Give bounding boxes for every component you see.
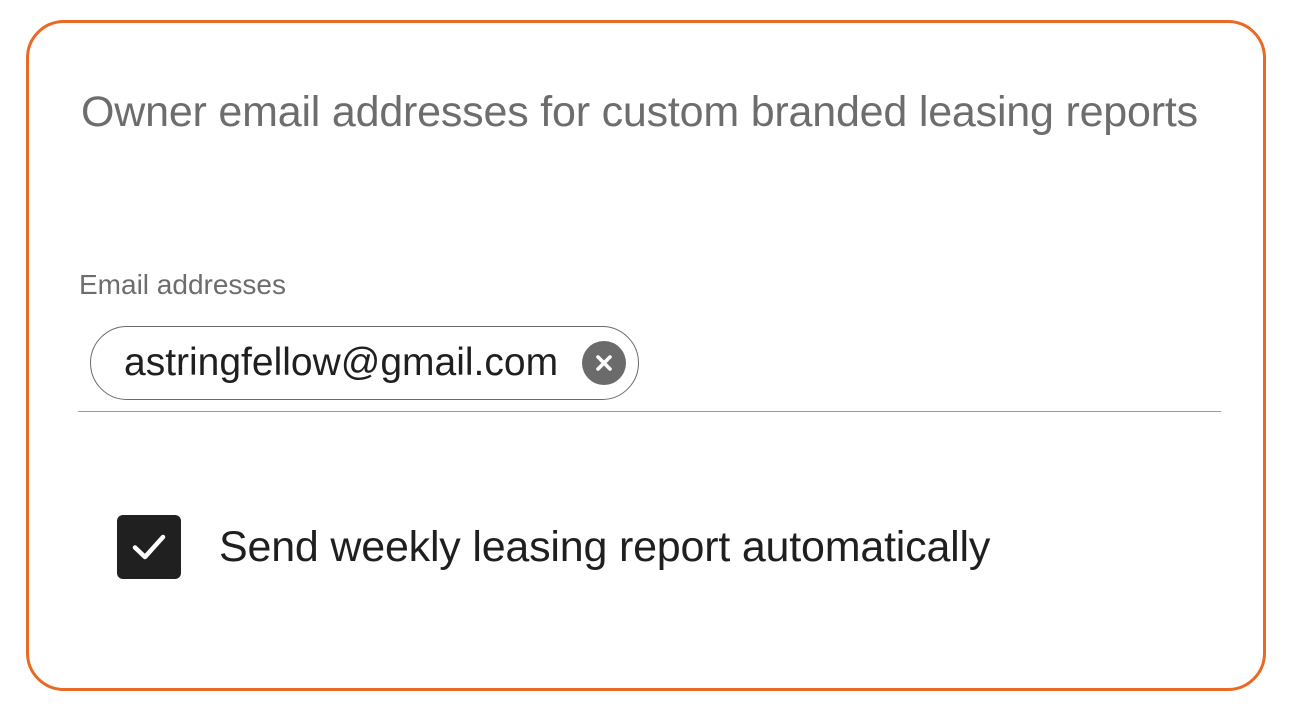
report-settings-card: Owner email addresses for custom branded…	[26, 20, 1266, 691]
checkmark-icon	[132, 534, 166, 560]
weekly-report-option[interactable]: Send weekly leasing report automatically	[117, 515, 990, 579]
email-addresses-label: Email addresses	[79, 269, 286, 300]
email-chip: astringfellow@gmail.com	[90, 326, 640, 400]
close-circle-icon[interactable]	[582, 341, 627, 385]
email-addresses-input[interactable]: astringfellow@gmail.com	[78, 319, 1221, 412]
email-chip-text: astringfellow@gmail.com	[124, 341, 559, 384]
weekly-report-checkbox[interactable]	[117, 515, 181, 579]
section-heading: Owner email addresses for custom branded…	[81, 88, 1198, 136]
weekly-report-label: Send weekly leasing report automatically	[219, 522, 991, 571]
